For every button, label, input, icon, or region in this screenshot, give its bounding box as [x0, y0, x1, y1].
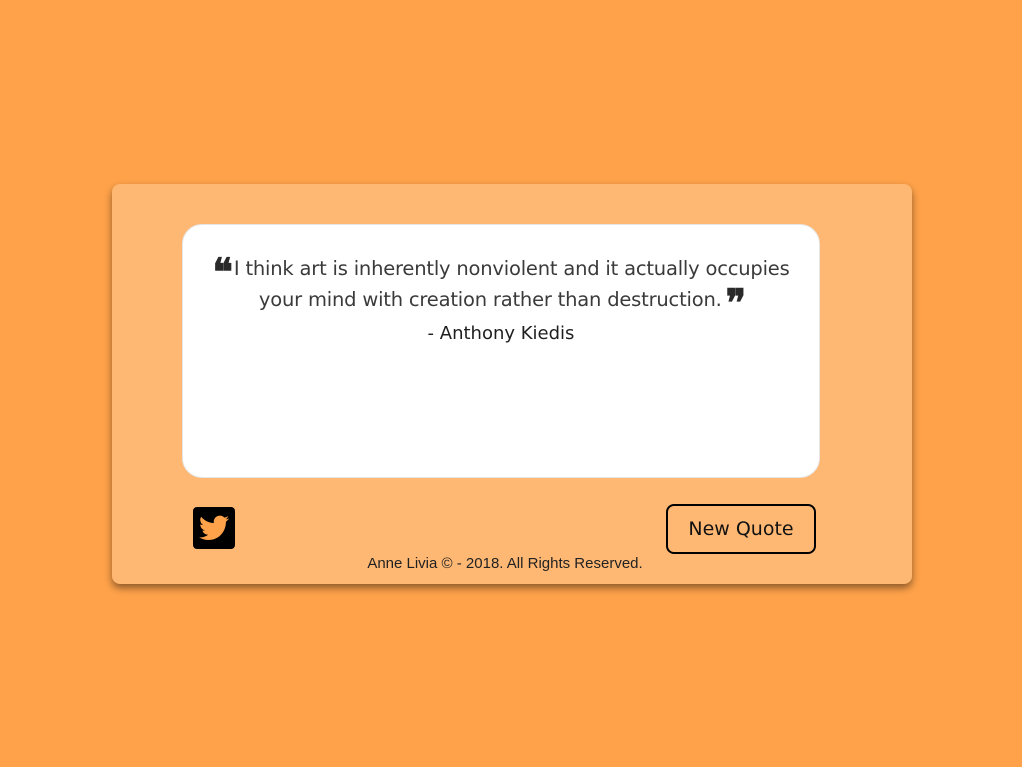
quote-text-block: ❝ I think art is inherently nonviolent an…	[207, 249, 795, 325]
new-quote-button[interactable]: New Quote	[666, 504, 816, 554]
quote-box: ❝ I think art is inherently nonviolent an…	[182, 224, 820, 478]
quote-card: ❝ I think art is inherently nonviolent an…	[112, 184, 912, 584]
twitter-icon	[199, 515, 229, 540]
page-background: ❝ I think art is inherently nonviolent an…	[0, 0, 1022, 767]
close-quote-icon: ❞	[725, 280, 747, 325]
quote-author: - Anthony Kiedis	[427, 323, 575, 344]
open-quote-icon: ❝	[212, 249, 233, 294]
quote-text: I think art is inherently nonviolent and…	[233, 257, 790, 311]
tweet-button[interactable]	[193, 507, 235, 549]
footer-copyright: Anne Livia © - 2018. All Rights Reserved…	[367, 555, 643, 572]
